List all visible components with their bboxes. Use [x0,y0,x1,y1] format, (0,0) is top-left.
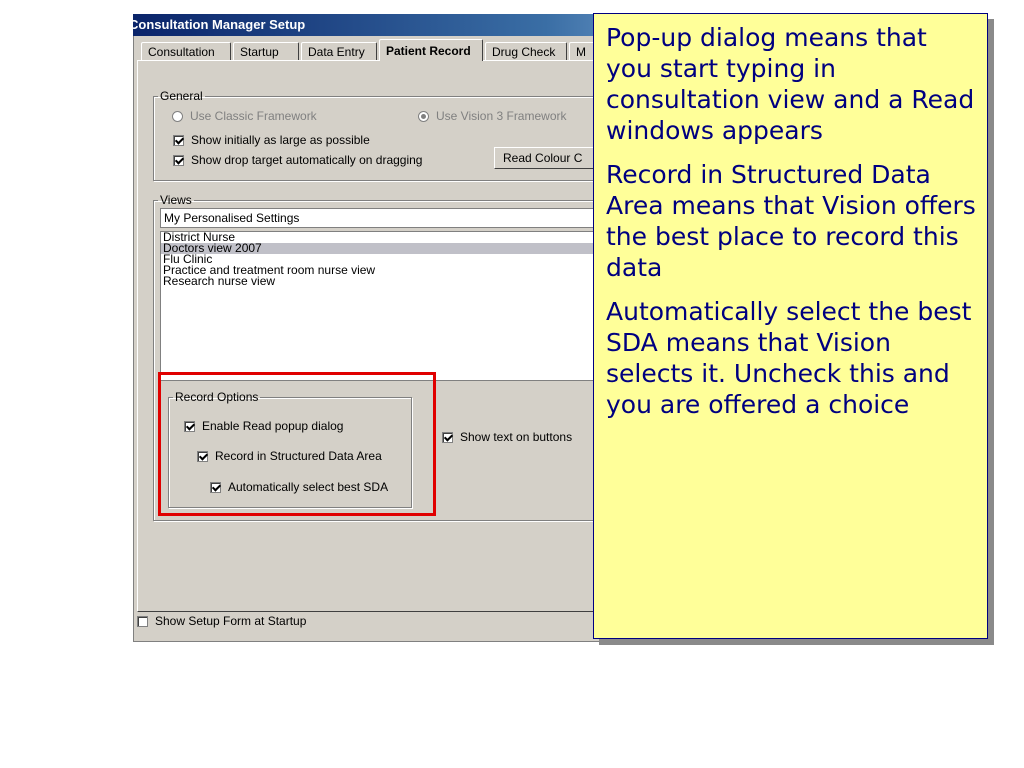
checkbox-unchecked-icon [137,615,148,627]
tab-data-entry[interactable]: Data Entry [301,42,377,60]
show-drop-target-checkbox[interactable]: Show drop target automatically on draggi… [173,153,422,167]
list-item[interactable]: Research nurse view [161,275,599,287]
show-setup-form-label: Show Setup Form at Startup [155,614,307,628]
callout-popup-text: Pop-up dialog means that you start typin… [606,23,975,145]
views-legend: Views [160,193,192,207]
list-item-selected[interactable]: Doctors view 2007 [161,242,599,254]
show-drop-target-label: Show drop target automatically on draggi… [191,153,423,167]
radio-circle-icon [172,110,183,122]
radio-selected-icon [418,110,429,122]
current-view-field[interactable]: My Personalised Settings [160,208,600,228]
callout-sda-text: Record in Structured Data Area means tha… [606,160,976,282]
vision3-framework-radio[interactable]: Use Vision 3 Framework [418,109,567,123]
record-options-highlight [158,372,436,516]
tab-drug-check[interactable]: Drug Check [485,42,567,60]
callout-auto-select-text: Automatically select the best SDA means … [606,297,972,419]
classic-framework-label: Use Classic Framework [190,109,317,123]
show-large-checkbox[interactable]: Show initially as large as possible [173,133,370,147]
checkbox-checked-icon [173,154,184,166]
checkbox-checked-icon [173,134,184,146]
tab-startup[interactable]: Startup [233,42,299,60]
general-legend: General [160,89,203,103]
checkbox-checked-icon [442,431,453,443]
tab-consultation[interactable]: Consultation [141,42,231,60]
read-colour-button[interactable]: Read Colour C [494,147,594,169]
show-setup-form-checkbox[interactable]: Show Setup Form at Startup [137,614,306,628]
classic-framework-radio[interactable]: Use Classic Framework [172,109,317,123]
explanation-callout: Pop-up dialog means that you start typin… [593,13,988,639]
show-large-label: Show initially as large as possible [191,133,370,147]
show-text-on-buttons-checkbox[interactable]: Show text on buttons [442,430,572,444]
show-text-on-buttons-label: Show text on buttons [460,430,573,444]
views-list[interactable]: District Nurse Doctors view 2007 Flu Cli… [160,231,600,381]
vision3-framework-label: Use Vision 3 Framework [436,109,567,123]
tab-patient-record[interactable]: Patient Record [379,39,483,61]
